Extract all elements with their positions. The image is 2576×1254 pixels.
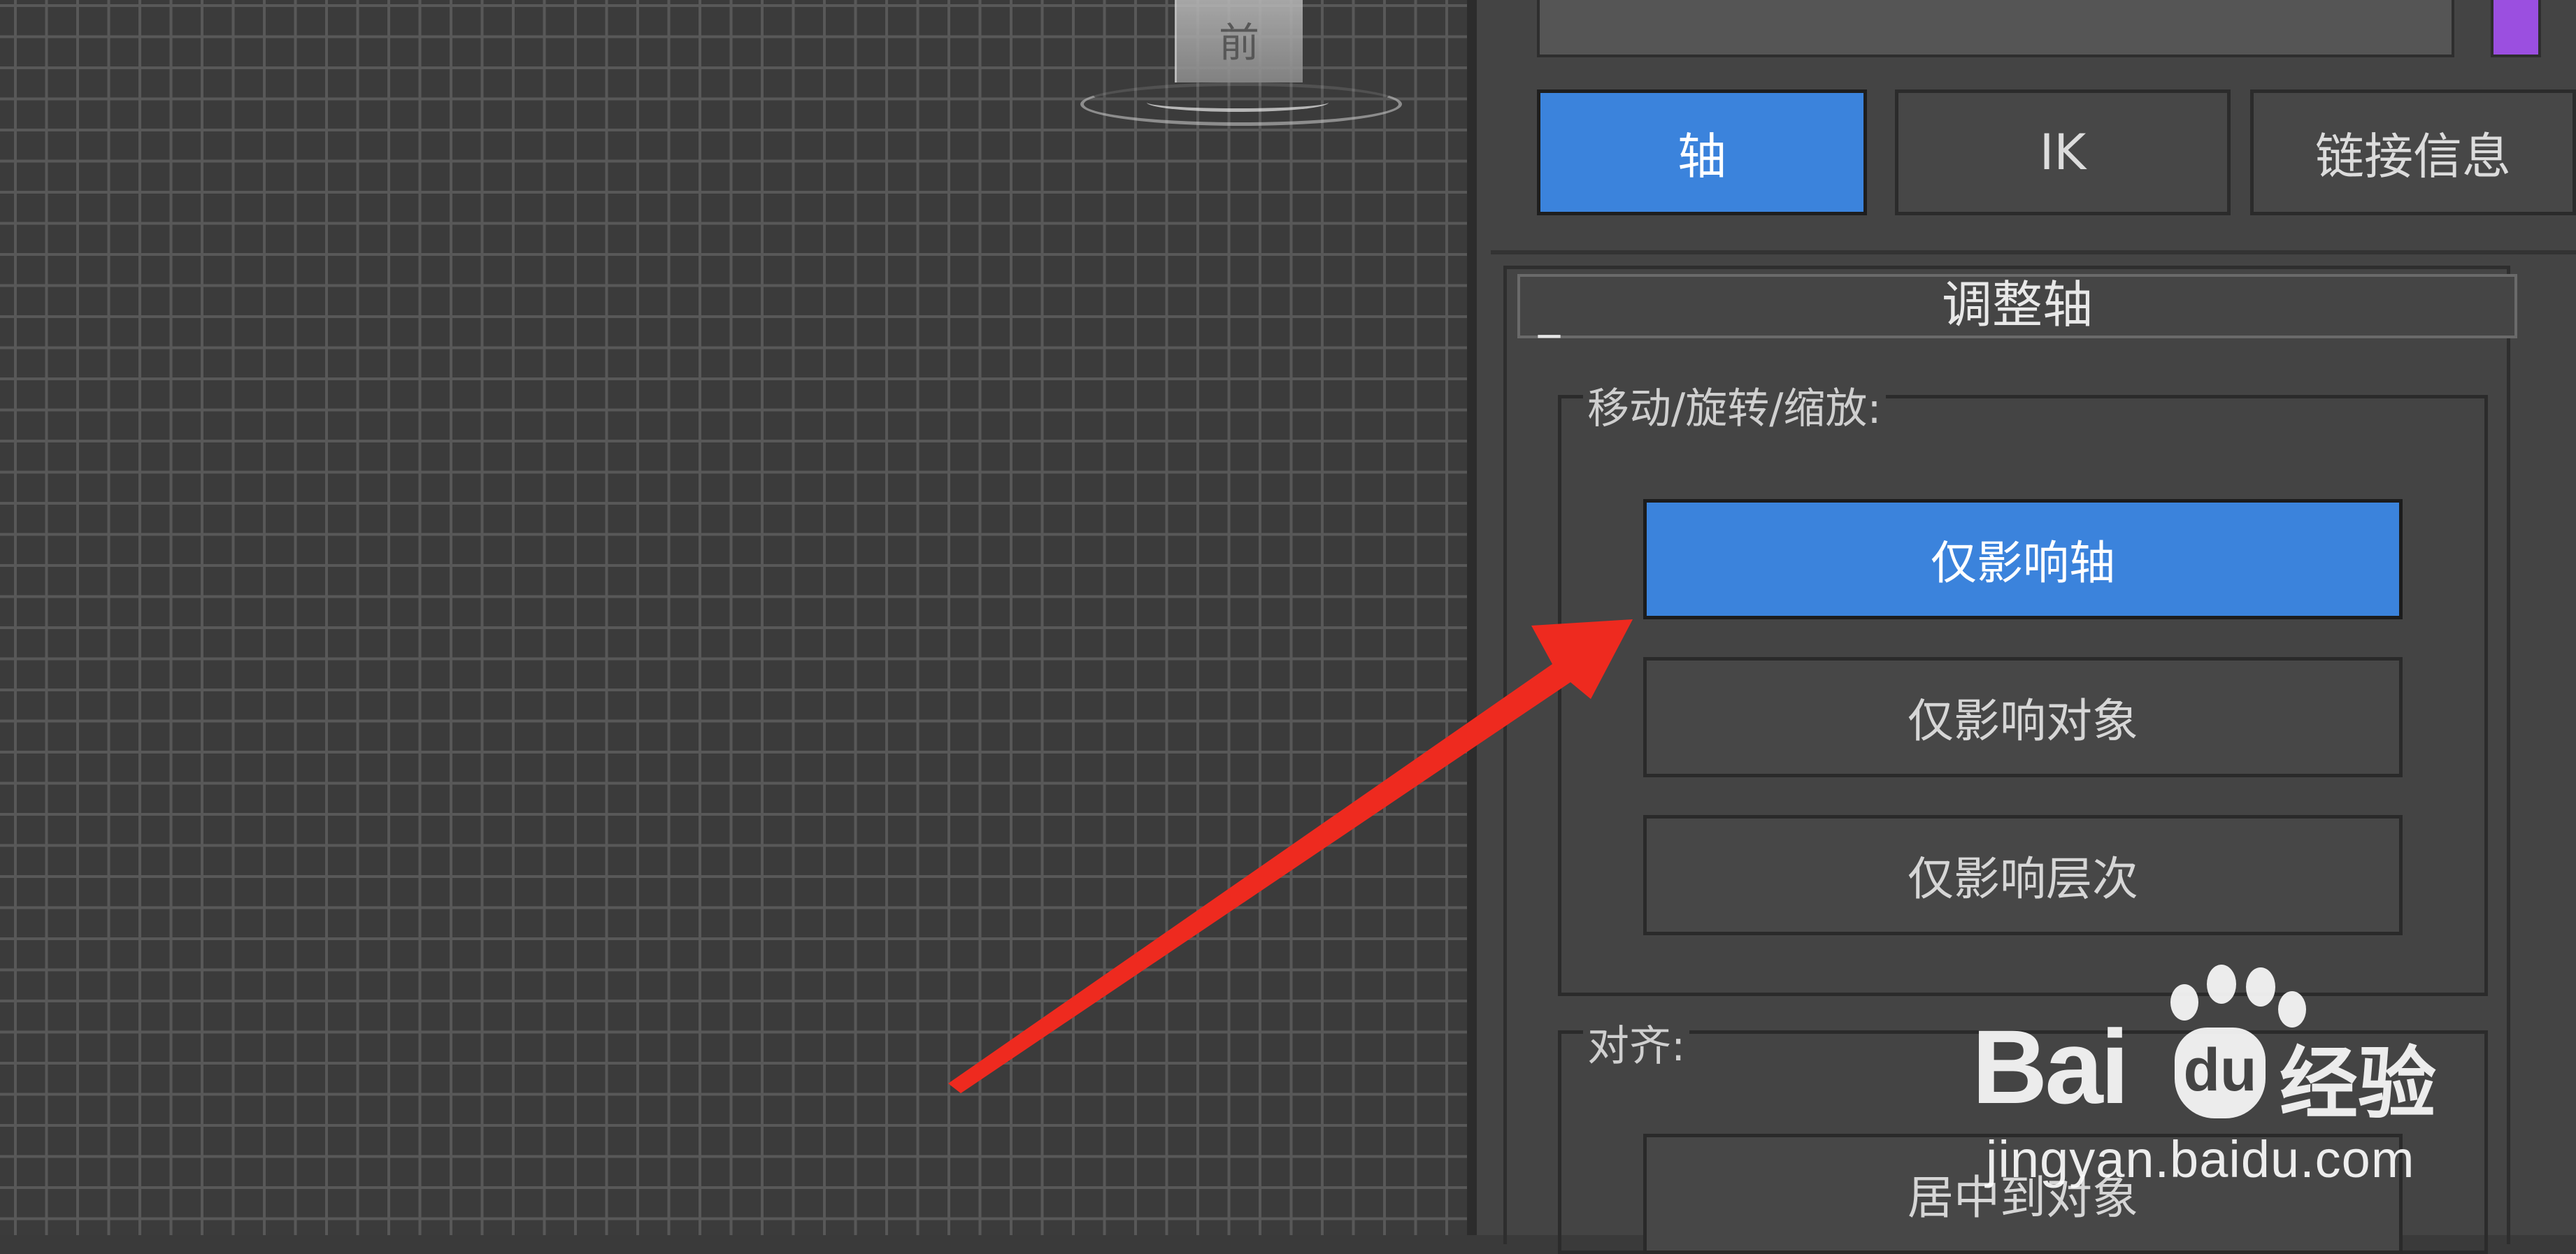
rollout-title: 调整轴 <box>1941 275 2093 334</box>
tab-pivot[interactable]: 轴 <box>1537 89 1867 215</box>
tab-link-info[interactable]: 链接信息 <box>2250 89 2576 215</box>
affect-pivot-only-button[interactable]: 仅影响轴 <box>1643 499 2403 619</box>
tab-link-info-label: 链接信息 <box>2315 127 2511 185</box>
paw-toe-3 <box>2246 967 2275 1007</box>
tab-ik-label: IK <box>2039 124 2087 181</box>
tab-pivot-label: 轴 <box>1677 127 1726 185</box>
baidu-jingyan-watermark: Bai du 经验 jingyan.baidu.com <box>1972 958 2461 1188</box>
affect-object-only-button[interactable]: 仅影响对象 <box>1643 657 2403 777</box>
view-cube-face-label: 前 <box>1218 19 1261 66</box>
object-name-field[interactable] <box>1537 0 2454 57</box>
paw-toe-1 <box>2170 984 2198 1021</box>
affect-pivot-only-label: 仅影响轴 <box>1931 536 2115 590</box>
watermark-url: jingyan.baidu.com <box>1986 1130 2415 1188</box>
affect-hierarchy-only-button[interactable]: 仅影响层次 <box>1643 815 2403 935</box>
viewport-border <box>1467 0 1477 1235</box>
object-color-swatch[interactable] <box>2491 0 2541 57</box>
affect-object-only-label: 仅影响对象 <box>1908 694 2138 748</box>
viewport-grid[interactable]: 前 <box>0 0 1468 1235</box>
watermark-bai-text: Bai <box>1972 1008 2129 1125</box>
tab-ik[interactable]: IK <box>1895 89 2231 215</box>
watermark-du-text: du <box>2183 1037 2257 1104</box>
view-cube[interactable]: 前 <box>1175 0 1303 82</box>
paw-toe-2 <box>2207 965 2236 1004</box>
affect-hierarchy-only-label: 仅影响层次 <box>1908 852 2138 906</box>
watermark-jingyan-text: 经验 <box>2280 1039 2436 1130</box>
align-label: 对齐: <box>1583 1012 1690 1073</box>
panel-divider <box>1491 250 2576 254</box>
move-rotate-scale-label: 移动/旋转/缩放: <box>1583 375 1886 435</box>
view-cube-ring-highlight <box>1147 93 1329 112</box>
